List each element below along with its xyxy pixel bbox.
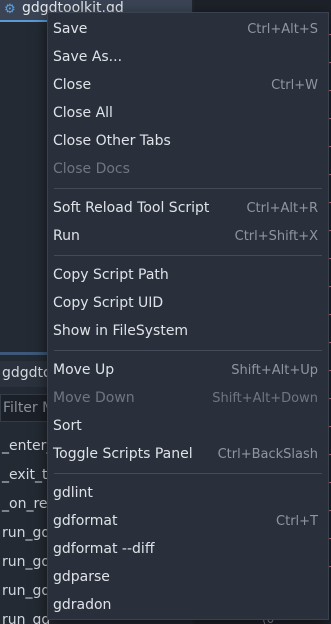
menu-item-shortcut: Ctrl+W — [271, 77, 318, 93]
menu-item-label: Move Up — [53, 362, 115, 378]
menu-item-label: Save As... — [53, 49, 123, 65]
menu-item-gdlint[interactable]: gdlint — [48, 480, 328, 506]
outline-header-label: gdgdto — [2, 365, 52, 381]
menu-item-label: gdformat --diff — [53, 541, 155, 557]
menu-item-label: Copy Script UID — [53, 295, 164, 311]
menu-item-shortcut: Ctrl+Alt+S — [247, 21, 318, 37]
menu-item-label: Close — [53, 77, 92, 93]
menu-item-label: Toggle Scripts Panel — [53, 446, 193, 462]
menu-item-label: gdradon — [53, 597, 112, 613]
menu-separator — [54, 188, 322, 189]
menu-item-sort[interactable]: Sort — [48, 413, 328, 439]
menu-item-shortcut: Shift+Alt+Down — [212, 390, 318, 406]
menu-item-gdformat[interactable]: gdformat Ctrl+T — [48, 508, 328, 534]
menu-item-show-in-filesystem[interactable]: Show in FileSystem — [48, 318, 328, 344]
menu-item-run[interactable]: Run Ctrl+Shift+X — [48, 223, 328, 249]
menu-item-gdparse[interactable]: gdparse — [48, 564, 328, 590]
menu-separator — [54, 473, 322, 474]
menu-item-shortcut: Ctrl+Shift+X — [234, 228, 318, 244]
menu-item-label: gdlint — [53, 485, 93, 501]
menu-item-close-docs: Close Docs — [48, 156, 328, 182]
menu-item-close[interactable]: Close Ctrl+W — [48, 72, 328, 98]
menu-item-shortcut: Ctrl+BackSlash — [217, 446, 318, 462]
menu-item-label: gdformat — [53, 513, 118, 529]
menu-item-shortcut: Ctrl+T — [276, 513, 318, 529]
menu-item-close-other-tabs[interactable]: Close Other Tabs — [48, 128, 328, 154]
menu-item-label: Close Docs — [53, 161, 130, 177]
menu-item-label: Run — [53, 228, 80, 244]
script-context-menu: Save Ctrl+Alt+S Save As... Close Ctrl+W … — [47, 12, 329, 620]
gear-icon: ⚙ — [4, 2, 16, 17]
menu-item-label: Close Other Tabs — [53, 133, 171, 149]
menu-item-move-down: Move Down Shift+Alt+Down — [48, 385, 328, 411]
menu-item-save[interactable]: Save Ctrl+Alt+S — [48, 16, 328, 42]
menu-item-move-up[interactable]: Move Up Shift+Alt+Up — [48, 357, 328, 383]
menu-item-shortcut: Ctrl+Alt+R — [246, 200, 318, 216]
menu-item-copy-script-uid[interactable]: Copy Script UID — [48, 290, 328, 316]
menu-separator — [54, 350, 322, 351]
menu-item-shortcut: Shift+Alt+Up — [231, 362, 318, 378]
menu-item-close-all[interactable]: Close All — [48, 100, 328, 126]
menu-item-label: Move Down — [53, 390, 135, 406]
menu-item-label: Soft Reload Tool Script — [53, 200, 210, 216]
menu-item-toggle-scripts-panel[interactable]: Toggle Scripts Panel Ctrl+BackSlash — [48, 441, 328, 467]
menu-item-label: Sort — [53, 418, 82, 434]
menu-item-label: Copy Script Path — [53, 267, 169, 283]
menu-item-label: gdparse — [53, 569, 110, 585]
menu-item-label: Show in FileSystem — [53, 323, 189, 339]
menu-item-gdformat-diff[interactable]: gdformat --diff — [48, 536, 328, 562]
menu-item-gdradon[interactable]: gdradon — [48, 592, 328, 618]
menu-item-label: Close All — [53, 105, 113, 121]
menu-separator — [54, 255, 322, 256]
menu-item-copy-script-path[interactable]: Copy Script Path — [48, 262, 328, 288]
menu-item-soft-reload[interactable]: Soft Reload Tool Script Ctrl+Alt+R — [48, 195, 328, 221]
menu-item-label: Save — [53, 21, 88, 37]
menu-item-save-as[interactable]: Save As... — [48, 44, 328, 70]
